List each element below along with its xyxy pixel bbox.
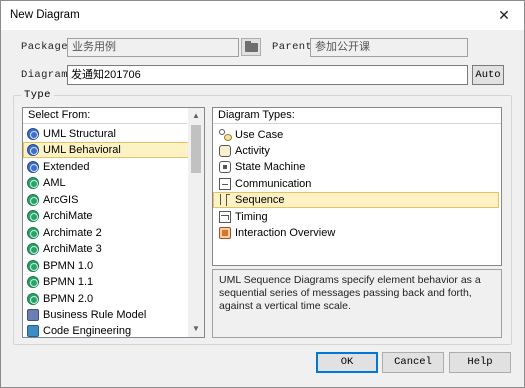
list-item[interactable]: Timing bbox=[213, 209, 499, 225]
list-item[interactable]: Interaction Overview bbox=[213, 225, 499, 241]
select-from-list[interactable]: Select From: UML Structural UML Behavior… bbox=[22, 107, 205, 338]
timing-icon bbox=[219, 211, 231, 223]
scroll-thumb[interactable] bbox=[191, 125, 201, 173]
title-bar: New Diagram ✕ bbox=[1, 1, 524, 30]
browse-package-button[interactable] bbox=[241, 38, 261, 56]
close-icon[interactable]: ✕ bbox=[492, 5, 516, 25]
globe-icon bbox=[27, 144, 39, 156]
list-item[interactable]: AML bbox=[23, 175, 193, 191]
list-item[interactable]: Use Case bbox=[213, 127, 499, 143]
list-item[interactable]: ArchiMate bbox=[23, 208, 193, 224]
package-field: 业务用例 bbox=[67, 38, 239, 57]
list-item[interactable]: Code Engineering bbox=[23, 323, 193, 337]
list-item[interactable]: Business Rule Model bbox=[23, 307, 193, 323]
window-title: New Diagram bbox=[10, 9, 80, 21]
diagram-types-list[interactable]: Diagram Types: Use Case Activity State M… bbox=[212, 107, 502, 266]
globe-icon bbox=[27, 128, 39, 140]
new-diagram-dialog: New Diagram ✕ Package 业务用例 Parent 参加公开课 … bbox=[0, 0, 525, 388]
list-item[interactable]: Communication bbox=[213, 176, 499, 192]
list-item[interactable]: Extended bbox=[23, 159, 193, 175]
diagram-description: UML Sequence Diagrams specify element be… bbox=[212, 269, 502, 338]
list-item[interactable]: Activity bbox=[213, 143, 499, 159]
green-globe-icon bbox=[27, 194, 39, 206]
communication-icon bbox=[219, 178, 231, 190]
list-item[interactable]: UML Behavioral bbox=[23, 142, 191, 158]
list-item[interactable]: UML Structural bbox=[23, 126, 193, 142]
green-globe-icon bbox=[27, 210, 39, 222]
type-group-legend: Type bbox=[21, 89, 54, 101]
green-globe-icon bbox=[27, 243, 39, 255]
list-item[interactable]: Archimate 2 bbox=[23, 225, 193, 241]
list-item[interactable]: BPMN 1.1 bbox=[23, 274, 193, 290]
green-globe-icon bbox=[27, 276, 39, 288]
green-globe-icon bbox=[27, 227, 39, 239]
diagram-name-input[interactable]: 发通知201706 bbox=[67, 65, 468, 85]
list-item[interactable]: ArchiMate 3 bbox=[23, 241, 193, 257]
green-globe-icon bbox=[27, 177, 39, 189]
code-icon bbox=[27, 325, 39, 337]
use-case-icon bbox=[219, 129, 232, 141]
state-machine-icon bbox=[219, 161, 231, 173]
package-label: Package bbox=[21, 41, 68, 53]
list-item[interactable]: Sequence bbox=[213, 192, 499, 208]
interaction-overview-icon bbox=[219, 227, 231, 239]
activity-icon bbox=[219, 145, 231, 157]
green-globe-icon bbox=[27, 293, 39, 305]
cancel-button[interactable]: Cancel bbox=[382, 352, 444, 373]
ok-button[interactable]: OK bbox=[316, 352, 378, 373]
list-item[interactable]: BPMN 1.0 bbox=[23, 258, 193, 274]
list-item[interactable]: ArcGIS bbox=[23, 192, 193, 208]
list-item[interactable]: BPMN 2.0 bbox=[23, 291, 193, 307]
green-globe-icon bbox=[27, 260, 39, 272]
select-from-scrollbar[interactable]: ▲ ▼ bbox=[188, 108, 204, 337]
diagram-label: Diagram bbox=[21, 69, 68, 81]
scroll-up-icon[interactable]: ▲ bbox=[188, 108, 204, 124]
diagram-types-header: Diagram Types: bbox=[213, 108, 501, 124]
list-item[interactable]: State Machine bbox=[213, 159, 499, 175]
select-from-header: Select From: bbox=[23, 108, 187, 124]
help-button[interactable]: Help bbox=[449, 352, 511, 373]
sequence-icon bbox=[219, 194, 231, 206]
parent-field: 参加公开课 bbox=[310, 38, 468, 57]
parent-label: Parent bbox=[272, 41, 313, 53]
business-rule-icon bbox=[27, 309, 39, 321]
globe-icon bbox=[27, 161, 39, 173]
folder-icon bbox=[245, 41, 258, 52]
scroll-down-icon[interactable]: ▼ bbox=[188, 321, 204, 337]
auto-button[interactable]: Auto bbox=[472, 65, 504, 85]
